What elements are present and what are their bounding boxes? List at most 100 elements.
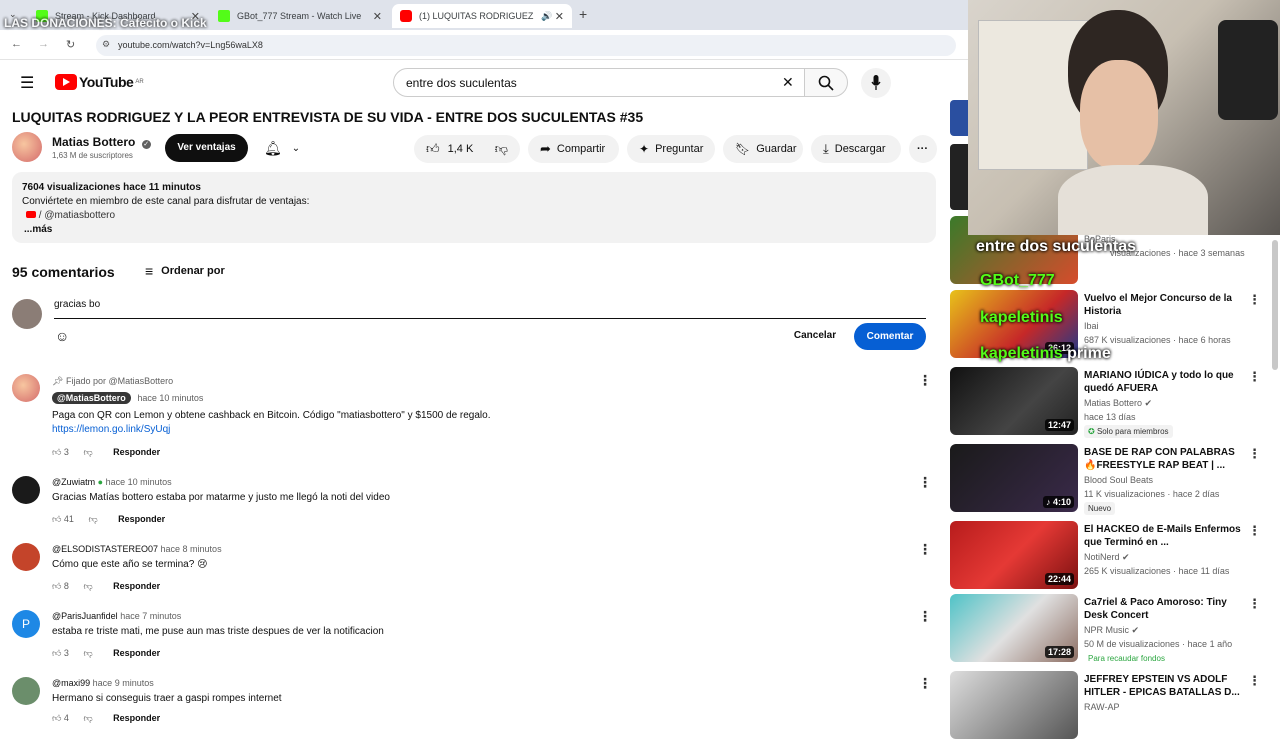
comment-link[interactable]: https://lemon.go.link/SyUqj xyxy=(52,424,170,435)
page-scrollbar[interactable] xyxy=(1272,240,1278,370)
emoji-icon[interactable]: ☺ xyxy=(55,328,69,344)
description-box[interactable]: 7604 visualizaciones hace 11 minutos Con… xyxy=(12,172,936,243)
reload-icon[interactable]: ↻ xyxy=(66,38,75,51)
comment-time[interactable]: hace 10 minutos xyxy=(137,393,203,403)
like-icon[interactable]: 👍︎ xyxy=(52,648,61,658)
tab-youtube-video[interactable]: (1) LUQUITAS RODRIGUEZ 🔊 ✕ xyxy=(392,4,572,28)
comment-input[interactable]: gracias bo xyxy=(54,299,926,319)
video-thumbnail[interactable]: 12:47 xyxy=(950,367,1078,435)
ask-button[interactable]: ✦ Preguntar xyxy=(627,135,715,163)
search-button[interactable] xyxy=(804,68,848,97)
sidebar-thumbnail-partial[interactable] xyxy=(950,100,968,136)
comment-menu-icon[interactable]: ⋮ xyxy=(918,541,932,558)
sidebar-thumbnail-partial[interactable] xyxy=(950,144,968,210)
save-button[interactable]: 🔖︎ Guardar xyxy=(723,135,803,163)
channel-name[interactable]: Matias Bottero xyxy=(52,135,135,149)
like-count[interactable]: 1,4 K xyxy=(448,143,474,155)
video-channel[interactable]: Blood Soul Beats xyxy=(1084,475,1153,485)
video-title[interactable]: JEFFREY EPSTEIN VS ADOLF HITLER - EPICAS… xyxy=(1084,673,1244,699)
video-title[interactable]: MARIANO IÚDICA y todo lo que quedó AFUER… xyxy=(1084,369,1244,395)
comment-menu-icon[interactable]: ⋮ xyxy=(918,372,932,389)
comment-menu-icon[interactable]: ⋮ xyxy=(918,474,932,491)
back-arrow-icon[interactable]: ← xyxy=(11,38,22,50)
dislike-icon[interactable]: 👎︎ xyxy=(495,141,508,157)
channel-link[interactable]: / @matiasbottero xyxy=(39,210,115,221)
dislike-icon[interactable]: 👎︎ xyxy=(83,713,92,723)
share-button[interactable]: ➦ Compartir xyxy=(528,135,619,163)
dislike-icon[interactable]: 👎︎ xyxy=(83,447,92,457)
video-channel[interactable]: Matias Bottero xyxy=(1084,398,1142,408)
reply-button[interactable]: Responder xyxy=(118,514,165,524)
tab-gbot-stream[interactable]: GBot_777 Stream - Watch Live ✕ xyxy=(210,4,390,28)
sort-button[interactable]: ≡ Ordenar por xyxy=(145,263,225,279)
comment-author[interactable]: @maxi99 xyxy=(52,678,90,688)
cancel-button[interactable]: Cancelar xyxy=(786,322,844,350)
like-icon[interactable]: 👍︎ xyxy=(52,581,61,591)
reply-button[interactable]: Responder xyxy=(113,447,160,457)
close-icon[interactable]: ✕ xyxy=(373,10,382,23)
dislike-icon[interactable]: 👎︎ xyxy=(88,514,97,524)
recommended-video[interactable]: 17:28 Ca7riel & Paco Amoroso: Tiny Desk … xyxy=(950,594,1272,665)
video-menu-icon[interactable]: ⋮ xyxy=(1248,369,1261,385)
clear-search-icon[interactable]: ✕ xyxy=(782,74,794,91)
like-icon[interactable]: 👍︎ xyxy=(52,514,61,524)
commenter-avatar[interactable] xyxy=(12,543,40,571)
like-icon[interactable]: 👍︎ xyxy=(426,141,440,157)
video-thumbnail[interactable]: 22:44 xyxy=(950,521,1078,589)
more-actions-button[interactable]: ··· xyxy=(909,135,937,163)
voice-search-button[interactable] xyxy=(861,68,891,98)
dislike-icon[interactable]: 👎︎ xyxy=(83,581,92,591)
comment-author[interactable]: @MatiasBottero xyxy=(52,392,131,404)
comment-time[interactable]: hace 8 minutos xyxy=(161,544,222,554)
close-icon[interactable]: ✕ xyxy=(555,10,564,23)
video-thumbnail[interactable]: ♪ 4:10 xyxy=(950,444,1078,512)
video-channel[interactable]: NPR Music xyxy=(1084,625,1129,635)
download-button[interactable]: ⤓ Descargar xyxy=(811,135,901,163)
recommended-video[interactable]: 12:47 MARIANO IÚDICA y todo lo que quedó… xyxy=(950,367,1272,438)
like-icon[interactable]: 👍︎ xyxy=(52,447,61,457)
commenter-avatar[interactable] xyxy=(12,677,40,705)
forward-arrow-icon[interactable]: → xyxy=(38,38,49,50)
channel-avatar[interactable] xyxy=(12,132,42,162)
video-menu-icon[interactable]: ⋮ xyxy=(1248,673,1261,689)
menu-icon[interactable]: ☰ xyxy=(20,73,34,93)
youtube-logo[interactable]: YouTube AR xyxy=(55,74,144,90)
recommended-video[interactable]: 22:44 El HACKEO de E-Mails Enfermos que … xyxy=(950,521,1272,589)
recommended-video[interactable]: JEFFREY EPSTEIN VS ADOLF HITLER - EPICAS… xyxy=(950,671,1272,739)
reply-button[interactable]: Responder xyxy=(113,713,160,723)
comment-author[interactable]: @ELSODISTASTEREO07 xyxy=(52,544,158,554)
submit-comment-button[interactable]: Comentar xyxy=(854,323,926,350)
comment-author[interactable]: @ParisJuanfidel xyxy=(52,611,118,621)
comment-menu-icon[interactable]: ⋮ xyxy=(918,608,932,625)
video-menu-icon[interactable]: ⋮ xyxy=(1248,523,1261,539)
show-more-link[interactable]: ...más xyxy=(22,223,936,237)
comment-time[interactable]: hace 9 minutos xyxy=(93,678,154,688)
url-field[interactable]: ⚙ youtube.com/watch?v=Lng56waLX8 xyxy=(96,35,956,56)
video-channel[interactable]: RAW-AP xyxy=(1084,702,1120,712)
video-title[interactable]: Ca7riel & Paco Amoroso: Tiny Desk Concer… xyxy=(1084,596,1244,622)
speaker-icon[interactable]: 🔊 xyxy=(541,11,552,22)
search-input[interactable]: entre dos suculentas ✕ xyxy=(393,68,805,97)
commenter-avatar[interactable]: P xyxy=(12,610,40,638)
recommended-video[interactable]: ♪ 4:10 BASE DE RAP CON PALABRAS 🔥FREESTY… xyxy=(950,444,1272,515)
video-title[interactable]: El HACKEO de E-Mails Enfermos que Termin… xyxy=(1084,523,1244,549)
channel-name-row[interactable]: Matias Bottero ✓ xyxy=(52,135,151,149)
site-info-icon[interactable]: ⚙ xyxy=(102,39,110,50)
video-title[interactable]: Vuelvo el Mejor Concurso de la Historia xyxy=(1084,292,1244,318)
video-menu-icon[interactable]: ⋮ xyxy=(1248,596,1261,612)
comment-time[interactable]: hace 7 minutos xyxy=(120,611,181,621)
video-menu-icon[interactable]: ⋮ xyxy=(1248,446,1261,462)
commenter-avatar[interactable] xyxy=(12,374,40,402)
notification-bell-button[interactable]: 🔔︎ ⌄ xyxy=(256,134,312,162)
commenter-avatar[interactable] xyxy=(12,476,40,504)
reply-button[interactable]: Responder xyxy=(113,648,160,658)
video-channel[interactable]: NotiNerd xyxy=(1084,552,1120,562)
video-title[interactable]: BASE DE RAP CON PALABRAS 🔥FREESTYLE RAP … xyxy=(1084,446,1244,472)
like-icon[interactable]: 👍︎ xyxy=(52,713,61,723)
video-menu-icon[interactable]: ⋮ xyxy=(1248,292,1261,308)
comment-menu-icon[interactable]: ⋮ xyxy=(918,675,932,692)
video-thumbnail[interactable]: 17:28 xyxy=(950,594,1078,662)
new-tab-icon[interactable]: + xyxy=(579,6,587,22)
video-thumbnail[interactable] xyxy=(950,671,1078,739)
comment-author[interactable]: @Zuwiatm xyxy=(52,477,95,487)
